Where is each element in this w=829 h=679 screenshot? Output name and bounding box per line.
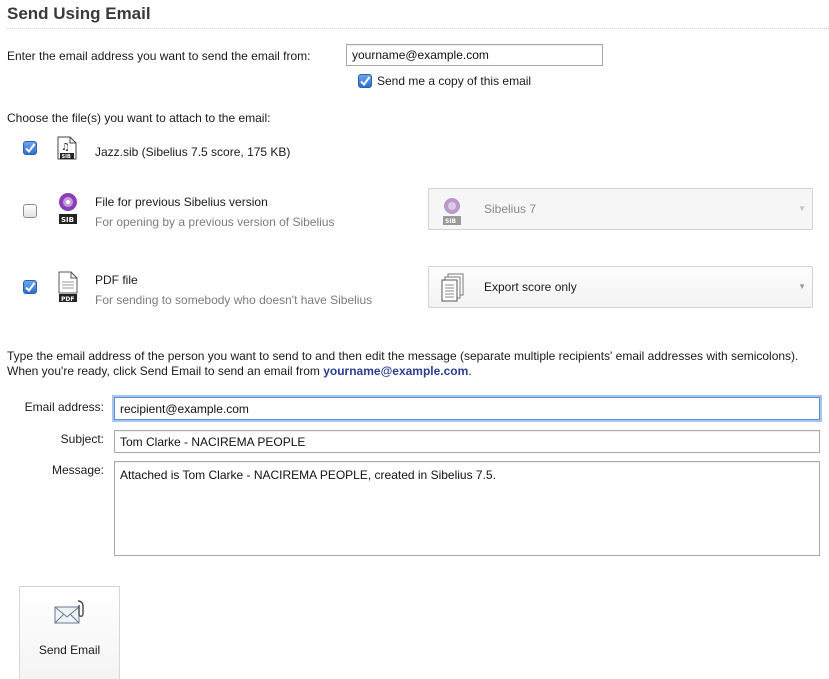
recipient-email-input[interactable] xyxy=(114,397,820,420)
attach-previous-version-title: File for previous Sibelius version xyxy=(95,195,268,209)
sibelius-version-icon: SIB xyxy=(441,197,463,225)
instructions-end: . xyxy=(468,364,472,378)
sibelius-version-value: Sibelius 7 xyxy=(484,202,537,216)
attach-previous-version-checkbox[interactable] xyxy=(23,204,37,218)
subject-label: Subject: xyxy=(60,432,104,446)
svg-text:♫: ♫ xyxy=(61,142,70,153)
pdf-export-dropdown[interactable]: Export score only ▼ xyxy=(428,266,813,308)
email-address-label: Email address: xyxy=(24,400,104,414)
attach-pdf-title: PDF file xyxy=(95,273,138,287)
attachments-heading: Choose the file(s) you want to attach to… xyxy=(7,111,271,125)
envelope-attachment-icon xyxy=(53,599,87,627)
title-divider xyxy=(7,28,829,29)
svg-text:PDF: PDF xyxy=(61,296,74,303)
chevron-down-icon: ▼ xyxy=(798,204,806,213)
send-email-button[interactable]: Send Email xyxy=(19,586,120,679)
svg-text:SIB: SIB xyxy=(445,218,457,225)
svg-text:SIB: SIB xyxy=(61,216,74,224)
from-label: Enter the email address you want to send… xyxy=(7,49,311,63)
instructions-text: Type the email address of the person you… xyxy=(7,349,807,379)
chevron-down-icon: ▼ xyxy=(798,282,806,291)
sibelius-version-icon: SIB xyxy=(57,191,79,225)
send-copy-label: Send me a copy of this email xyxy=(377,74,532,88)
attach-score-title: Jazz.sib (Sibelius 7.5 score, 175 KB) xyxy=(95,145,291,159)
from-email-input[interactable] xyxy=(346,44,603,66)
checkmark-icon xyxy=(360,76,371,87)
sibelius-version-dropdown[interactable]: SIB Sibelius 7 ▼ xyxy=(428,188,813,230)
svg-text:SIB: SIB xyxy=(62,154,71,160)
attach-pdf-checkbox[interactable] xyxy=(23,280,37,294)
attach-pdf-subtitle: For sending to somebody who doesn't have… xyxy=(95,293,373,307)
subject-input[interactable] xyxy=(114,430,820,453)
attach-score-checkbox[interactable] xyxy=(23,141,37,155)
checkmark-icon xyxy=(25,282,36,293)
attach-previous-version-subtitle: For opening by a previous version of Sib… xyxy=(95,215,335,229)
pdf-file-icon: PDF xyxy=(57,271,79,303)
message-label: Message: xyxy=(51,463,104,477)
send-email-label: Send Email xyxy=(38,643,101,657)
instructions-email: yourname@example.com xyxy=(323,364,469,378)
send-copy-checkbox[interactable] xyxy=(358,74,372,88)
pdf-export-value: Export score only xyxy=(484,280,577,294)
message-textarea[interactable]: Attached is Tom Clarke - NACIREMA PEOPLE… xyxy=(114,461,820,556)
pages-icon xyxy=(441,273,465,303)
sibelius-score-icon: ♫ SIB xyxy=(57,136,77,160)
checkmark-icon xyxy=(25,143,36,154)
page-title: Send Using Email xyxy=(7,4,151,23)
